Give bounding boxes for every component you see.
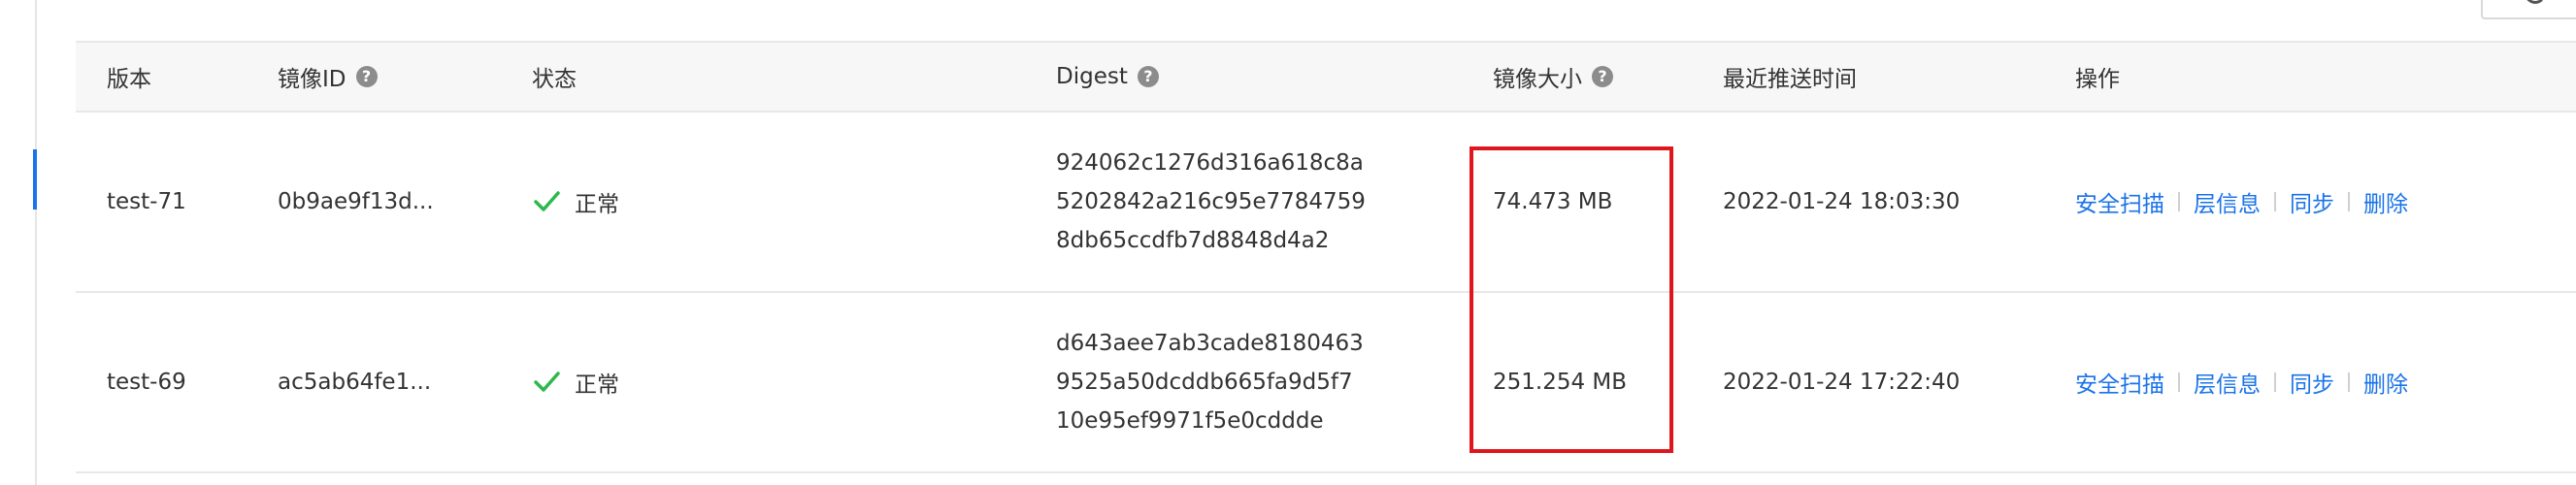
digest-line: 9525a50dcddb665fa9d5f7 <box>1056 370 1353 395</box>
layer-info-link[interactable]: 层信息 <box>2194 366 2261 399</box>
size-cell: 74.473 MB <box>1493 189 1613 214</box>
table-header: 版本 镜像ID ? 状态 Digest ? 镜像大小 ? 最近推送时间 操作 <box>76 41 2576 113</box>
actions-cell: 安全扫描 层信息 同步 删除 <box>2075 113 2408 291</box>
sync-link[interactable]: 同步 <box>2290 366 2334 399</box>
action-divider <box>2348 372 2350 392</box>
version-cell: test-69 <box>107 370 186 395</box>
action-divider <box>2274 192 2276 211</box>
header-image-id-label: 镜像ID <box>278 67 347 92</box>
digest-cell: d643aee7ab3cade8180463 9525a50dcddb665fa… <box>1056 293 1364 471</box>
digest-line: d643aee7ab3cade8180463 <box>1056 331 1364 356</box>
sync-link[interactable]: 同步 <box>2290 185 2334 218</box>
help-icon[interactable]: ? <box>1592 66 1613 87</box>
status-cell: 正常 <box>532 113 619 291</box>
header-version: 版本 <box>107 67 151 92</box>
digest-line: 924062c1276d316a618c8a <box>1056 150 1364 176</box>
digest-cell: 924062c1276d316a618c8a 5202842a216c95e77… <box>1056 113 1366 291</box>
version-cell: test-71 <box>107 189 186 214</box>
image-id-cell: 0b9ae9f13d... <box>278 189 434 214</box>
image-version-table: 版本 镜像ID ? 状态 Digest ? 镜像大小 ? 最近推送时间 操作 t… <box>76 41 2576 473</box>
check-icon <box>534 191 560 211</box>
digest-line: 5202842a216c95e7784759 <box>1056 189 1366 214</box>
refresh-button[interactable] <box>2481 0 2576 19</box>
layer-info-link[interactable]: 层信息 <box>2194 185 2261 218</box>
action-divider <box>2178 372 2180 392</box>
check-icon <box>534 372 560 392</box>
header-image-id: 镜像ID ? <box>278 43 378 111</box>
push-time-cell: 2022-01-24 17:22:40 <box>1723 370 1961 395</box>
table-row: test-69 ac5ab64fe1... 正常 d643aee7ab3cade… <box>76 293 2576 473</box>
delete-link[interactable]: 删除 <box>2363 185 2408 218</box>
digest-line: 8db65ccdfb7d8848d4a2 <box>1056 228 1330 253</box>
security-scan-link[interactable]: 安全扫描 <box>2075 366 2164 399</box>
header-status: 状态 <box>532 67 577 92</box>
action-divider <box>2348 192 2350 211</box>
help-icon[interactable]: ? <box>355 66 378 87</box>
header-actions: 操作 <box>2075 67 2120 92</box>
header-digest: Digest ? <box>1056 43 1159 111</box>
header-digest-label: Digest <box>1056 64 1128 89</box>
security-scan-link[interactable]: 安全扫描 <box>2075 185 2164 218</box>
size-cell: 251.254 MB <box>1493 370 1628 395</box>
push-time-cell: 2022-01-24 18:03:30 <box>1723 189 1961 214</box>
action-divider <box>2274 372 2276 392</box>
image-id-cell: ac5ab64fe1... <box>278 370 432 395</box>
header-push-time: 最近推送时间 <box>1723 67 1857 92</box>
header-size-label: 镜像大小 <box>1493 67 1582 92</box>
header-size: 镜像大小 ? <box>1493 43 1613 111</box>
nav-active-indicator <box>33 149 37 210</box>
actions-cell: 安全扫描 层信息 同步 删除 <box>2075 293 2408 471</box>
status-cell: 正常 <box>532 293 619 471</box>
refresh-icon <box>2525 0 2546 4</box>
help-icon[interactable]: ? <box>1137 66 1159 87</box>
delete-link[interactable]: 删除 <box>2363 366 2408 399</box>
digest-line: 10e95ef9971f5e0cddde <box>1056 408 1324 434</box>
left-panel-border <box>0 0 37 485</box>
status-label: 正常 <box>575 192 619 217</box>
action-divider <box>2178 192 2180 211</box>
status-label: 正常 <box>575 372 619 398</box>
table-row: test-71 0b9ae9f13d... 正常 924062c1276d316… <box>76 113 2576 293</box>
